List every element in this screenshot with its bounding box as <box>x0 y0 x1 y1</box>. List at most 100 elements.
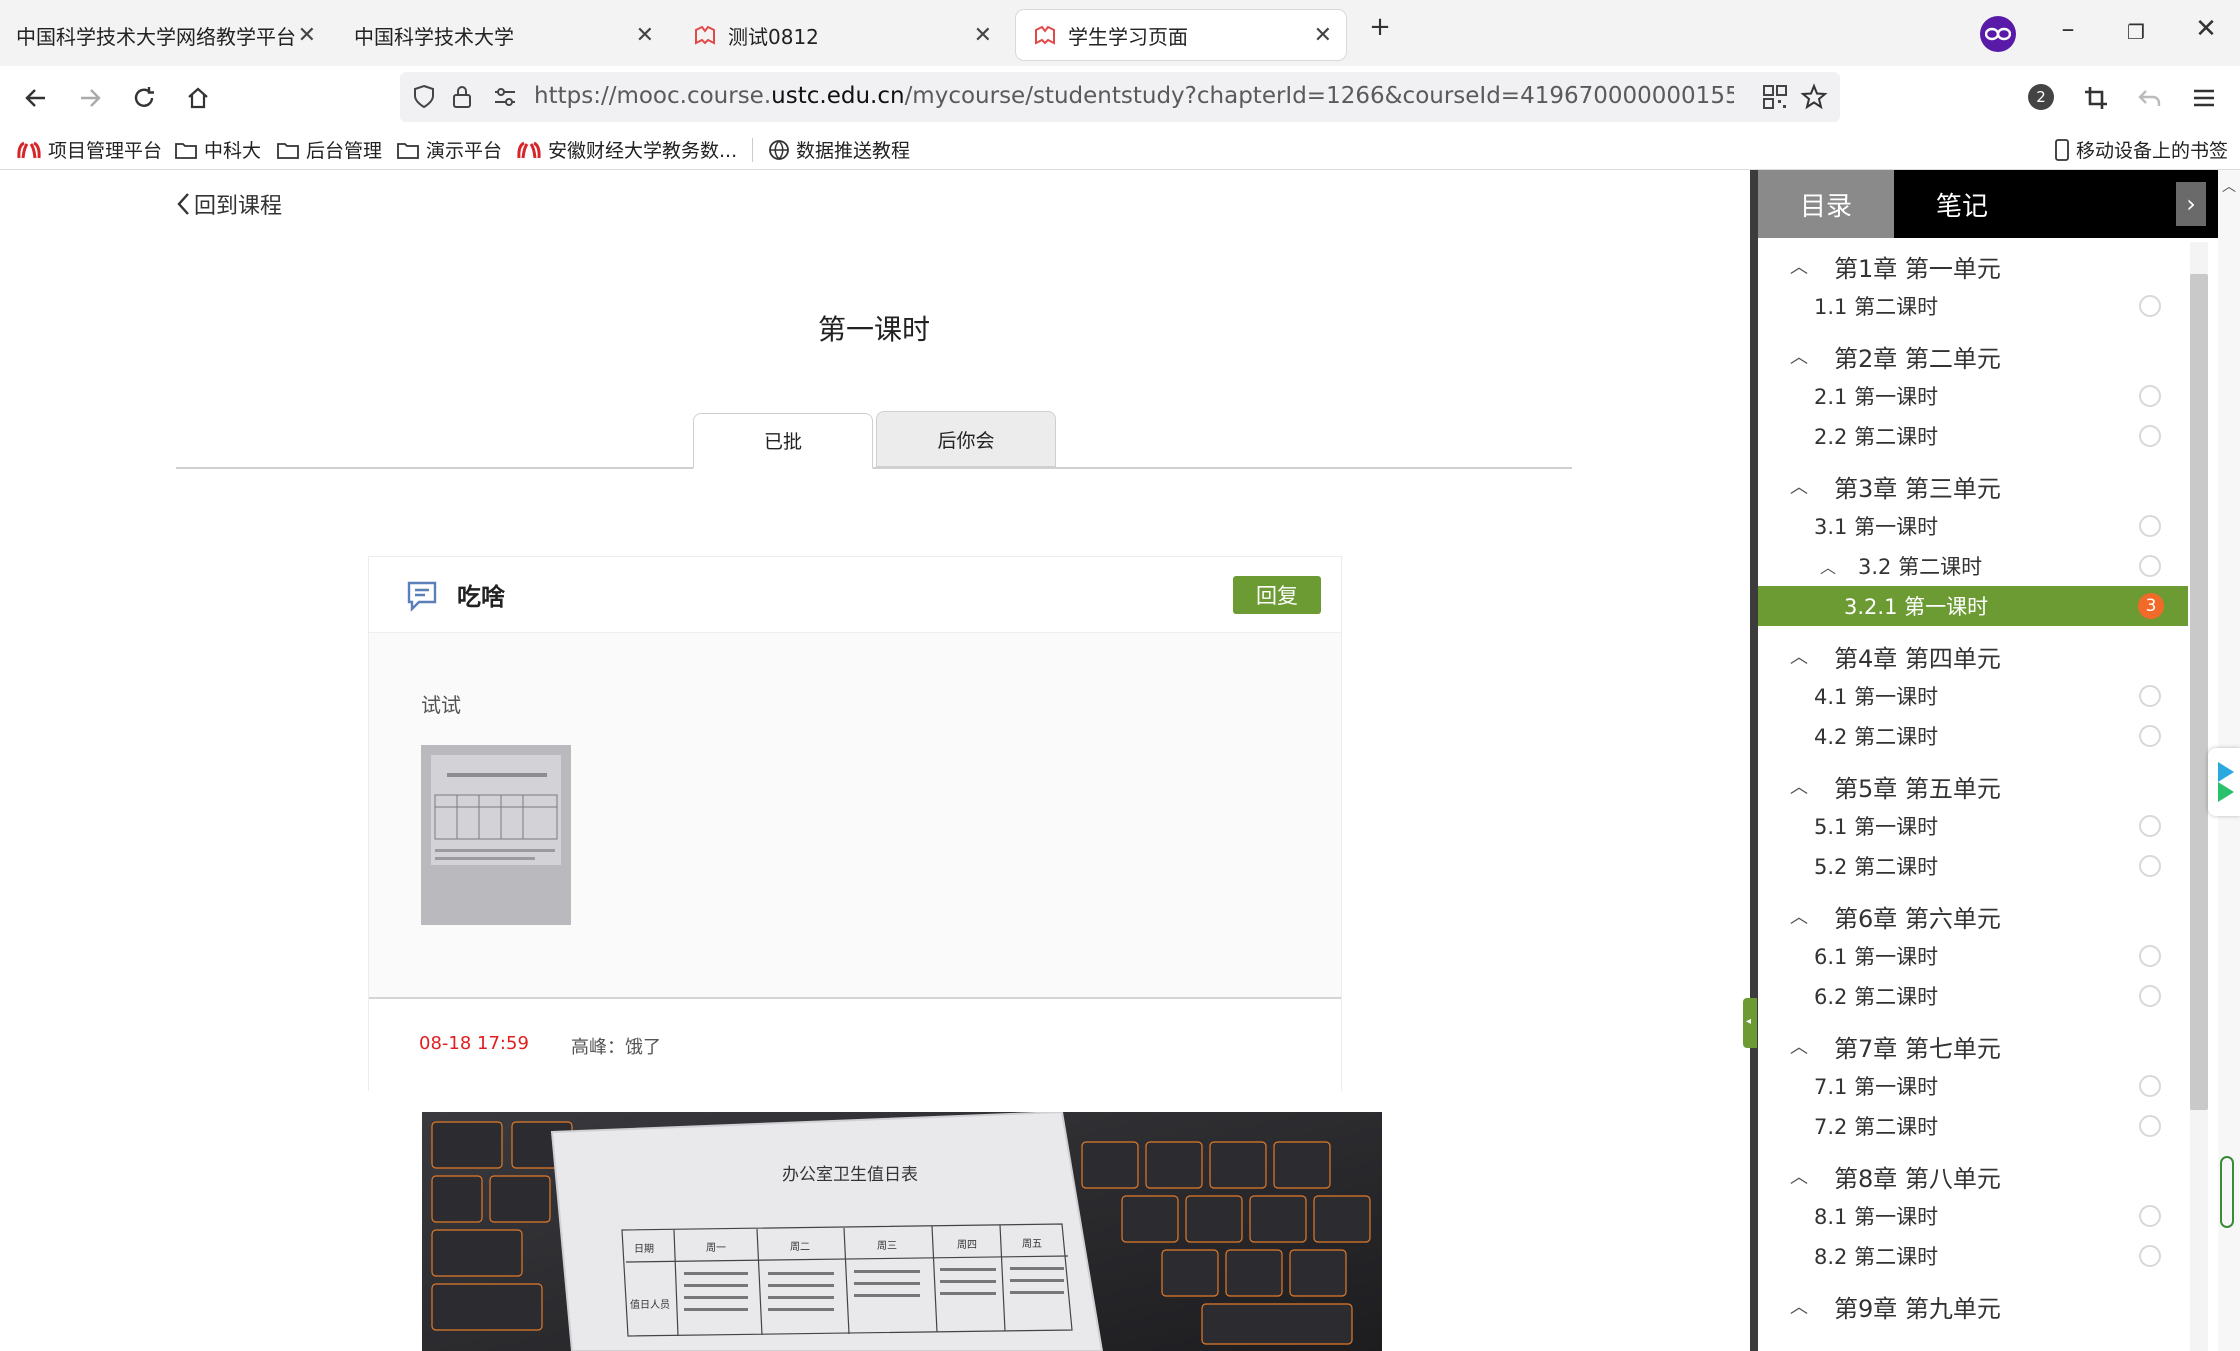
panel-splitter[interactable] <box>1750 170 1758 1351</box>
bookmark-item[interactable]: 数据推送教程 <box>768 136 910 163</box>
splitter-handle[interactable]: ◂ <box>1743 998 1757 1048</box>
lesson-item[interactable]: ︿ 3.2 第二课时 <box>1758 546 2188 586</box>
browser-tab[interactable]: 中国科学技术大学 ✕ <box>338 10 668 60</box>
bookmark-folder[interactable]: 后台管理 <box>276 136 382 163</box>
back-to-course-link[interactable]: 回到课程 <box>176 188 282 220</box>
crop-icon[interactable] <box>2078 80 2114 116</box>
close-window-button[interactable]: ✕ <box>2186 14 2226 44</box>
lesson-label: 3.2 第二课时 <box>1858 555 1983 579</box>
lesson-item[interactable]: 2.1 第一课时 <box>1758 376 2188 416</box>
lesson-label: 7.2 第二课时 <box>1814 1115 1939 1139</box>
bookmark-folder[interactable]: 中科大 <box>174 136 261 163</box>
sheet-header-cell: 周三 <box>877 1240 897 1252</box>
lesson-item[interactable]: 8.2 第二课时 <box>1758 1236 2188 1276</box>
minimize-button[interactable]: – <box>2048 14 2088 44</box>
browser-tab-active[interactable]: 学生学习页面 ✕ <box>1016 10 1346 60</box>
forward-arrow-icon[interactable] <box>72 80 108 116</box>
sheet-header-cell: 周一 <box>706 1242 726 1254</box>
lesson-item[interactable]: 6.1 第一课时 <box>1758 936 2188 976</box>
status-circle-icon <box>2139 1115 2161 1137</box>
lesson-label: 8.2 第二课时 <box>1814 1245 1939 1269</box>
tab-notes[interactable]: 笔记 <box>1894 170 2030 238</box>
lesson-item[interactable]: 5.1 第一课时 <box>1758 806 2188 846</box>
browser-tab[interactable]: 测试0812 ✕ <box>676 10 1006 60</box>
reload-icon[interactable] <box>126 80 162 116</box>
chapter-item[interactable]: ︿ 第1章 第一单元 <box>1758 246 2188 286</box>
lesson-item[interactable]: 7.1 第一课时 <box>1758 1066 2188 1106</box>
sidebar-collapse-button[interactable]: › <box>2176 182 2206 226</box>
permissions-icon[interactable] <box>492 85 518 113</box>
floating-widget[interactable] <box>2208 748 2240 816</box>
bookmark-item[interactable]: 安徽财经大学教务数... <box>516 136 737 163</box>
globe-icon <box>768 139 790 161</box>
tab-catalog[interactable]: 目录 <box>1758 170 1894 238</box>
bookmark-item[interactable]: 项目管理平台 <box>16 136 162 163</box>
page-scroll-thumb[interactable] <box>2220 1156 2234 1228</box>
private-mode-icon[interactable] <box>1980 16 2016 52</box>
close-icon[interactable]: ✕ <box>974 23 992 48</box>
lesson-label: 5.2 第二课时 <box>1814 855 1939 879</box>
bookmark-folder[interactable]: 演示平台 <box>396 136 502 163</box>
new-tab-button[interactable]: + <box>1360 12 1400 42</box>
attached-photo[interactable]: 办公室卫生值日表 日期 周一 周二 周三 周四 周五 值日人员 <box>422 1112 1382 1351</box>
browser-tab-strip: 中国科学技术大学网络教学平台 ✕ 中国科学技术大学 ✕ 测试0812 ✕ 学生学… <box>0 0 2240 66</box>
bookmark-star-icon[interactable] <box>1800 83 1828 115</box>
lesson-item[interactable]: 4.1 第一课时 <box>1758 676 2188 716</box>
status-circle-icon <box>2139 385 2161 407</box>
chapter-item[interactable]: ︿ 第6章 第六单元 <box>1758 896 2188 936</box>
browser-tab[interactable]: 中国科学技术大学网络教学平台 ✕ <box>0 10 330 60</box>
home-icon[interactable] <box>180 80 216 116</box>
post-image-thumbnail[interactable] <box>421 745 571 925</box>
chevron-up-icon: ︿ <box>1790 347 1808 368</box>
chapter-item[interactable]: ︿ 第4章 第四单元 <box>1758 636 2188 676</box>
bookmark-separator <box>752 138 753 162</box>
close-icon[interactable]: ✕ <box>636 23 654 48</box>
lesson-item[interactable]: 8.1 第一课时 <box>1758 1196 2188 1236</box>
scroll-up-icon[interactable]: ︿ <box>2222 176 2236 196</box>
status-circle-icon <box>2139 815 2161 837</box>
lesson-item[interactable]: 3.1 第一课时 <box>1758 506 2188 546</box>
chapter-label: 第5章 第五单元 <box>1834 774 2001 803</box>
undo-icon[interactable] <box>2132 80 2168 116</box>
lesson-item[interactable]: 6.2 第二课时 <box>1758 976 2188 1016</box>
back-arrow-icon[interactable] <box>18 80 54 116</box>
chapter-item[interactable]: ︿ 第3章 第三单元 <box>1758 466 2188 506</box>
chapter-item[interactable]: ︿ 第9章 第九单元 <box>1758 1286 2188 1326</box>
chapter-item[interactable]: ︿ 第2章 第二单元 <box>1758 336 2188 376</box>
lesson-item[interactable]: 2.2 第二课时 <box>1758 416 2188 456</box>
chapter-item[interactable]: ︿ 第8章 第八单元 <box>1758 1156 2188 1196</box>
close-icon[interactable]: ✕ <box>298 23 316 48</box>
lesson-item[interactable]: 5.2 第二课时 <box>1758 846 2188 886</box>
lesson-item[interactable]: 1.1 第二课时 <box>1758 286 2188 326</box>
menu-icon[interactable] <box>2186 80 2222 116</box>
restore-button[interactable]: ❐ <box>2116 20 2156 44</box>
bookmark-label: 数据推送教程 <box>796 140 911 162</box>
status-circle-icon <box>2139 295 2161 317</box>
lesson-item[interactable]: 4.2 第二课时 <box>1758 716 2188 756</box>
lesson-item[interactable]: 7.2 第二课时 <box>1758 1106 2188 1146</box>
status-circle-icon <box>2139 555 2161 577</box>
close-icon[interactable]: ✕ <box>1314 23 1332 48</box>
sidebar-scroll-thumb[interactable] <box>2190 274 2208 1110</box>
tab-reviewed[interactable]: 已批 <box>693 413 873 469</box>
mobile-device-icon <box>2054 138 2070 161</box>
url-text[interactable]: https://mooc.course.ustc.edu.cn/mycourse… <box>534 83 1734 109</box>
sidebar-tabs: 目录 笔记 › <box>1758 170 2218 238</box>
lesson-label: 6.2 第二课时 <box>1814 985 1939 1009</box>
tab-other[interactable]: 后你会 <box>876 411 1056 467</box>
lock-icon[interactable] <box>450 84 474 114</box>
collapse-arrow-icon: ◂ <box>1746 1016 1752 1027</box>
extension-badge-icon[interactable]: 2 <box>2028 84 2054 110</box>
chapter-item[interactable]: ︿ 第7章 第七单元 <box>1758 1026 2188 1066</box>
sheet-header-cell: 周二 <box>790 1241 810 1253</box>
tab-title: 测试0812 <box>728 24 819 49</box>
reply-button[interactable]: 回复 <box>1233 576 1321 614</box>
lesson-label: 8.1 第一课时 <box>1814 1205 1939 1229</box>
lesson-item-active[interactable]: 3.2.1 第一课时 3 <box>1758 586 2188 626</box>
shield-icon[interactable] <box>412 84 436 114</box>
lesson-label: 5.1 第一课时 <box>1814 815 1939 839</box>
address-bar[interactable]: https://mooc.course.ustc.edu.cn/mycourse… <box>400 72 1840 122</box>
qr-code-icon[interactable] <box>1762 84 1788 114</box>
chapter-item[interactable]: ︿ 第5章 第五单元 <box>1758 766 2188 806</box>
mobile-bookmarks[interactable]: 移动设备上的书签 <box>2054 136 2228 163</box>
